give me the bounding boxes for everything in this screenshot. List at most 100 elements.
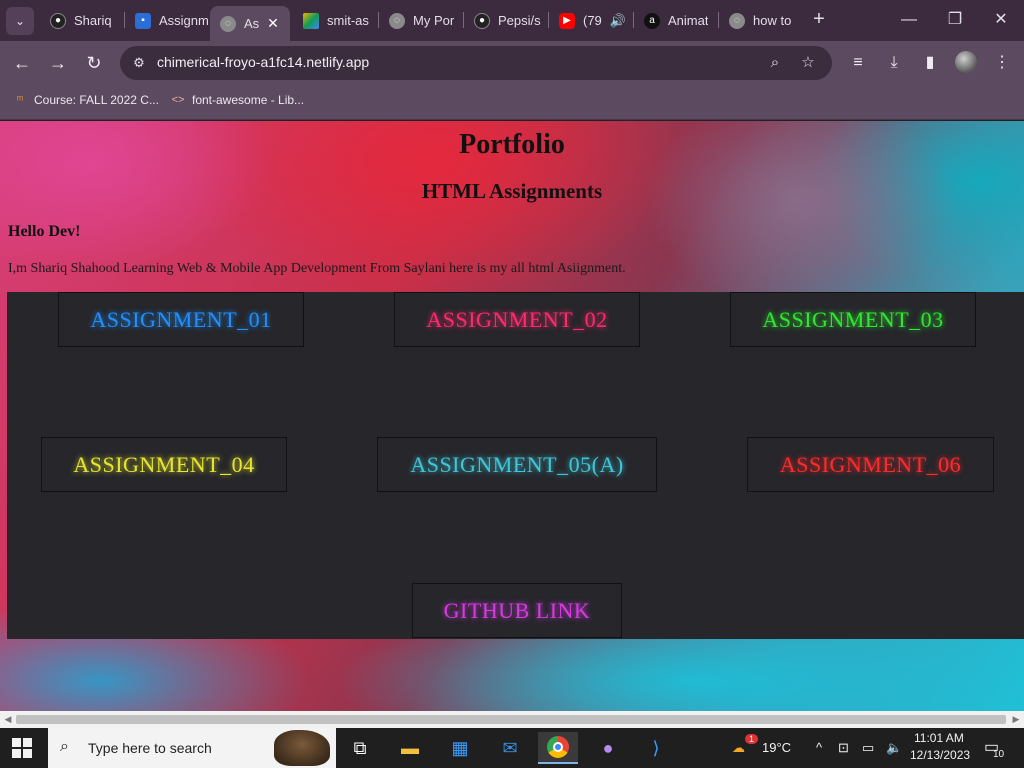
weather-temp[interactable]: 19°C (762, 740, 791, 755)
url-text[interactable]: chimerical-froyo-a1fc14.netlify.app (157, 54, 369, 70)
menu-kebab-icon[interactable]: ⋮ (990, 51, 1014, 75)
tab-4[interactable]: ◌ My Por (379, 6, 464, 35)
bookmark-label: font-awesome - Lib... (192, 93, 305, 107)
greeting: Hello Dev! (8, 223, 81, 240)
bookmark-font-awesome[interactable]: <> font-awesome - Lib... (170, 93, 305, 107)
tab-title: My Por (413, 13, 455, 28)
site-settings-icon[interactable]: ⚙ (130, 54, 148, 72)
weather-badge: 1 (745, 734, 759, 744)
github-link-button[interactable]: GITHUB LINK (412, 583, 622, 638)
chrome-icon[interactable] (538, 732, 578, 764)
bookmark-course[interactable]: ᵐ Course: FALL 2022 C... (12, 93, 159, 107)
back-button[interactable]: ← (10, 51, 34, 75)
minimize-button[interactable]: — (894, 8, 924, 32)
tab-search-button[interactable]: ⌄ (6, 7, 34, 35)
close-window-button[interactable]: ✕ (986, 8, 1016, 32)
globe-icon: ◌ (389, 12, 405, 29)
close-icon: ✕ (994, 11, 1008, 28)
vscode-icon[interactable]: ⟩ (636, 732, 676, 764)
tab-title: how to (753, 13, 792, 28)
code-icon: <> (171, 94, 185, 106)
side-panel-icon[interactable]: ▮ (918, 51, 942, 75)
task-view-icon[interactable]: ⧉ (340, 732, 380, 764)
notifications-count: 10 (993, 749, 1005, 760)
chevron-down-icon: ⌄ (14, 14, 26, 28)
microsoft-store-icon[interactable]: ▦ (440, 732, 480, 764)
plus-icon: + (813, 8, 825, 30)
volume-icon[interactable]: 🔈 (886, 740, 902, 756)
profile-avatar[interactable] (955, 51, 977, 73)
tab-5[interactable]: ● Pepsi/s (464, 6, 549, 35)
github-desktop-icon[interactable]: ● (588, 732, 628, 764)
assignment-03-button[interactable]: ASSIGNMENT_03 (730, 292, 976, 347)
windows-start-icon[interactable] (12, 738, 32, 758)
restore-button[interactable]: ❐ (940, 8, 970, 32)
google-classroom-icon: ▪ (135, 12, 151, 29)
tab-title: Assignm (159, 13, 209, 28)
browser-toolbar: ← → ↻ ⚙ chimerical-froyo-a1fc14.netlify.… (0, 41, 1024, 85)
bookmarks-bar: ᵐ Course: FALL 2022 C... <> font-awesome… (0, 85, 1024, 120)
search-highlight-image (274, 730, 330, 766)
mail-icon[interactable]: ✉ (490, 732, 530, 764)
assignment-06-button[interactable]: ASSIGNMENT_06 (747, 437, 994, 492)
address-bar[interactable]: ⚙ chimerical-froyo-a1fc14.netlify.app ⌕ … (120, 46, 832, 80)
search-placeholder: Type here to search (88, 740, 212, 756)
tab-strip: ⌄ ● Shariq ▪ Assignm ◌ As ✕ smit-as ◌ My… (0, 0, 1024, 41)
zoom-icon[interactable]: ⌕ (765, 53, 785, 73)
page-subtitle: HTML Assignments (421, 179, 603, 203)
scroll-right-icon[interactable]: ▶ (1010, 713, 1022, 725)
reload-button[interactable]: ↻ (82, 51, 106, 75)
speaker-icon[interactable]: 🔊 (610, 13, 626, 29)
network-icon[interactable]: ▭ (862, 740, 874, 756)
forward-button[interactable]: → (46, 51, 70, 75)
assignment-05a-button[interactable]: ASSIGNMENT_05(A) (377, 437, 657, 492)
meet-now-icon[interactable]: ⊡ (838, 740, 849, 756)
tab-7[interactable]: a Animat (634, 6, 719, 35)
new-tab-button[interactable]: + (808, 8, 830, 30)
taskbar-search[interactable]: ⌕ Type here to search (48, 728, 336, 768)
github-icon: ● (50, 12, 66, 29)
bookmark-label: Course: FALL 2022 C... (34, 93, 159, 107)
assignment-01-button[interactable]: ASSIGNMENT_01 (58, 292, 304, 347)
restore-icon: ❐ (947, 11, 963, 28)
weather-icon[interactable]: ☁ (732, 740, 745, 756)
minimize-icon: — (901, 11, 917, 28)
horizontal-scrollbar[interactable]: ◀ ▶ (0, 711, 1024, 728)
clock-time[interactable]: 11:01 AM (914, 731, 964, 745)
tab-1[interactable]: ▪ Assignm (125, 6, 210, 35)
assignment-04-button[interactable]: ASSIGNMENT_04 (41, 437, 287, 492)
chevron-up-icon[interactable]: ^ (816, 740, 822, 755)
clock-date[interactable]: 12/13/2023 (910, 748, 970, 762)
youtube-icon: ▶ (559, 12, 575, 29)
arrow-left-icon: ← (13, 53, 31, 73)
globe-icon: ◌ (220, 15, 236, 32)
amazon-icon: a (644, 12, 660, 29)
tab-title: Animat (668, 13, 709, 28)
page-title: Portfolio (459, 129, 565, 160)
assignment-02-button[interactable]: ASSIGNMENT_02 (394, 292, 640, 347)
tab-title: Pepsi/s (498, 13, 541, 28)
tab-2-active[interactable]: ◌ As ✕ (210, 6, 290, 41)
tab-6[interactable]: ▶ (79 🔊 (549, 6, 634, 35)
google-drive-icon (303, 12, 319, 29)
tab-title: (79 (583, 13, 602, 28)
tab-title: Shariq (74, 13, 112, 28)
globe-icon: ◌ (729, 12, 745, 29)
search-icon: ⌕ (60, 738, 69, 755)
tab-0[interactable]: ● Shariq (40, 6, 125, 35)
close-icon[interactable]: ✕ (267, 15, 279, 32)
star-icon[interactable]: ☆ (798, 53, 818, 73)
moodle-icon: ᵐ (16, 94, 24, 106)
tab-3[interactable]: smit-as (293, 6, 378, 35)
file-explorer-icon[interactable]: ▬ (390, 732, 430, 764)
media-control-icon[interactable]: ≡ (846, 51, 870, 75)
scrollbar-thumb[interactable] (16, 715, 1006, 724)
scroll-left-icon[interactable]: ◀ (2, 713, 14, 725)
intro-text: I,m Shariq Shahood Learning Web & Mobile… (8, 261, 626, 276)
reload-icon: ↻ (86, 53, 102, 73)
tab-title: As (244, 16, 260, 31)
download-icon[interactable]: ⤓ (882, 51, 906, 75)
tab-8[interactable]: ◌ how to (719, 6, 804, 35)
windows-taskbar: ⌕ Type here to search ⧉ ▬ ▦ ✉ ● ⟩ ☁ 1 19… (0, 728, 1024, 768)
github-icon: ● (474, 12, 490, 29)
